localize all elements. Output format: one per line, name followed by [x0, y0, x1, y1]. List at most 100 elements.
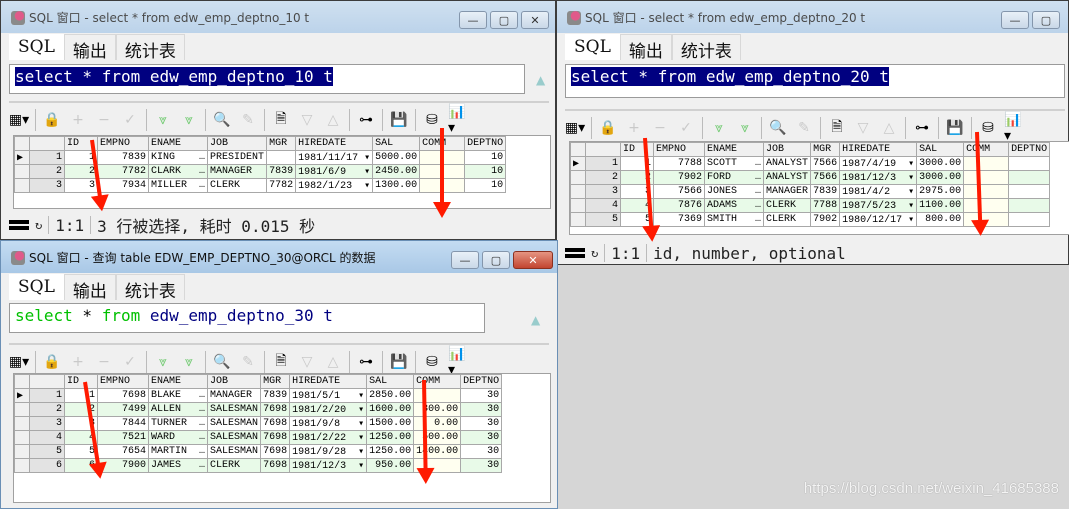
- cell-empno[interactable]: 7369: [653, 212, 706, 227]
- column-header-id[interactable]: ID: [63, 374, 99, 389]
- explain-plan-icon[interactable]: ⊶: [356, 110, 376, 130]
- maximize-button[interactable]: ▢: [490, 11, 518, 29]
- refresh-icon[interactable]: ↻: [591, 246, 598, 260]
- cell-job[interactable]: ANALYST: [763, 170, 812, 185]
- cell-deptno[interactable]: 30: [460, 430, 503, 445]
- cell-sal[interactable]: 1600.00: [366, 402, 415, 417]
- lock-icon[interactable]: 🔒: [598, 118, 618, 138]
- cell-mgr[interactable]: 7698: [260, 444, 291, 459]
- delete-record-icon[interactable]: −: [650, 118, 670, 138]
- fetch-next-icon[interactable]: ⩔: [153, 352, 173, 372]
- cell-empno[interactable]: 7654: [97, 444, 150, 459]
- cell-sal[interactable]: 1300.00: [372, 178, 421, 193]
- cell-deptno[interactable]: 30: [460, 402, 503, 417]
- cell-job[interactable]: CLERK: [763, 212, 812, 227]
- row-number[interactable]: 1: [29, 388, 65, 403]
- cell-deptno[interactable]: 10: [464, 178, 507, 193]
- cell-ename[interactable]: SMITH …: [704, 212, 765, 227]
- cell-deptno[interactable]: 30: [460, 388, 503, 403]
- cell-mgr[interactable]: 7839: [260, 388, 291, 403]
- cell-hiredate[interactable]: 1981/2/20 ▾: [289, 402, 368, 417]
- column-header-empno[interactable]: EMPNO: [653, 142, 706, 157]
- maximize-button[interactable]: ▢: [482, 251, 510, 269]
- cell-hiredate[interactable]: 1987/4/19 ▾: [839, 156, 918, 171]
- column-header-empno[interactable]: EMPNO: [97, 374, 150, 389]
- cell-hiredate[interactable]: 1981/11/17 ▾: [295, 150, 374, 165]
- cell-id[interactable]: 2: [63, 164, 99, 179]
- next-icon[interactable]: △: [879, 118, 899, 138]
- cell-hiredate[interactable]: 1981/2/22 ▾: [289, 430, 368, 445]
- tab-output[interactable]: 输出: [63, 34, 116, 62]
- cell-deptno[interactable]: [1008, 156, 1051, 171]
- close-button[interactable]: ✕: [521, 11, 549, 29]
- next-icon[interactable]: △: [323, 352, 343, 372]
- column-header-id[interactable]: ID: [619, 142, 655, 157]
- clear-icon[interactable]: ✎: [238, 352, 258, 372]
- cell-deptno[interactable]: 30: [460, 444, 503, 459]
- cell-ename[interactable]: BLAKE …: [148, 388, 209, 403]
- row-number[interactable]: 4: [585, 198, 621, 213]
- cell-deptno[interactable]: 10: [464, 164, 507, 179]
- column-header-mgr[interactable]: MGR: [810, 142, 841, 157]
- cell-mgr[interactable]: 7566: [810, 156, 841, 171]
- chart-icon[interactable]: 📊▾: [1004, 112, 1024, 144]
- grid-options-icon[interactable]: ▦▾: [9, 110, 29, 130]
- cell-deptno[interactable]: [1008, 184, 1051, 199]
- cell-job[interactable]: SALESMAN: [207, 444, 262, 459]
- cell-job[interactable]: CLERK: [207, 178, 268, 193]
- grid-options-icon[interactable]: ▦▾: [565, 118, 585, 138]
- row-number[interactable]: 5: [585, 212, 621, 227]
- lock-icon[interactable]: 🔒: [42, 110, 62, 130]
- column-header-hiredate[interactable]: HIREDATE: [839, 142, 918, 157]
- close-button[interactable]: ✕: [513, 251, 553, 269]
- cell-sal[interactable]: 2850.00: [366, 388, 415, 403]
- sql-editor[interactable]: select * from edw_emp_deptno_30 t: [9, 303, 485, 333]
- cell-comm[interactable]: 1400.00: [413, 444, 462, 459]
- cell-mgr[interactable]: 7698: [260, 430, 291, 445]
- explain-plan-icon[interactable]: ⊶: [356, 352, 376, 372]
- cell-empno[interactable]: 7782: [97, 164, 150, 179]
- column-header-comm[interactable]: COMM: [413, 374, 462, 389]
- column-header-ename[interactable]: ENAME: [148, 374, 209, 389]
- tab-statistics[interactable]: 统计表: [115, 34, 185, 62]
- save-icon[interactable]: 💾: [945, 118, 965, 138]
- cell-deptno[interactable]: [1008, 170, 1051, 185]
- post-changes-icon[interactable]: ✓: [120, 352, 140, 372]
- query-by-example-icon[interactable]: 🗎: [271, 352, 291, 372]
- column-header-deptno[interactable]: DEPTNO: [1008, 142, 1051, 157]
- maximize-button[interactable]: ▢: [1032, 11, 1060, 29]
- delete-record-icon[interactable]: −: [94, 352, 114, 372]
- tab-statistics[interactable]: 统计表: [115, 274, 185, 302]
- export-icon[interactable]: ⛁: [422, 352, 442, 372]
- cell-empno[interactable]: 7521: [97, 430, 150, 445]
- column-header-empno[interactable]: EMPNO: [97, 136, 150, 151]
- column-header-deptno[interactable]: DEPTNO: [464, 136, 507, 151]
- cell-sal[interactable]: 3000.00: [916, 170, 965, 185]
- fetch-next-icon[interactable]: ⩔: [153, 110, 173, 130]
- cell-ename[interactable]: MARTIN …: [148, 444, 209, 459]
- query-by-example-icon[interactable]: 🗎: [827, 118, 847, 138]
- column-header-sal[interactable]: SAL: [366, 374, 415, 389]
- cell-job[interactable]: PRESIDENT: [207, 150, 268, 165]
- cell-ename[interactable]: JAMES …: [148, 458, 209, 473]
- cell-sal[interactable]: 5000.00: [372, 150, 421, 165]
- cell-hiredate[interactable]: 1981/6/9 ▾: [295, 164, 374, 179]
- add-record-icon[interactable]: +: [68, 352, 88, 372]
- cell-sal[interactable]: 2450.00: [372, 164, 421, 179]
- row-number[interactable]: 5: [29, 444, 65, 459]
- tab-output[interactable]: 输出: [63, 274, 116, 302]
- cell-ename[interactable]: JONES …: [704, 184, 765, 199]
- table-row[interactable]: 5 5 7654 MARTIN … SALESMAN 7698 1981/9/28 ▾ 125…: [14, 444, 503, 459]
- cell-ename[interactable]: FORD …: [704, 170, 765, 185]
- column-header-ename[interactable]: ENAME: [704, 142, 765, 157]
- query-by-example-icon[interactable]: 🗎: [271, 110, 291, 130]
- cell-sal[interactable]: 2975.00: [916, 184, 965, 199]
- cell-hiredate[interactable]: 1981/4/2 ▾: [839, 184, 918, 199]
- cell-sal[interactable]: 3000.00: [916, 156, 965, 171]
- previous-icon[interactable]: ▽: [297, 110, 317, 130]
- row-number[interactable]: 3: [29, 416, 65, 431]
- row-number[interactable]: 2: [585, 170, 621, 185]
- cell-empno[interactable]: 7876: [653, 198, 706, 213]
- cell-job[interactable]: MANAGER: [763, 184, 812, 199]
- sql-editor[interactable]: select * from edw_emp_deptno_10 t: [9, 64, 525, 94]
